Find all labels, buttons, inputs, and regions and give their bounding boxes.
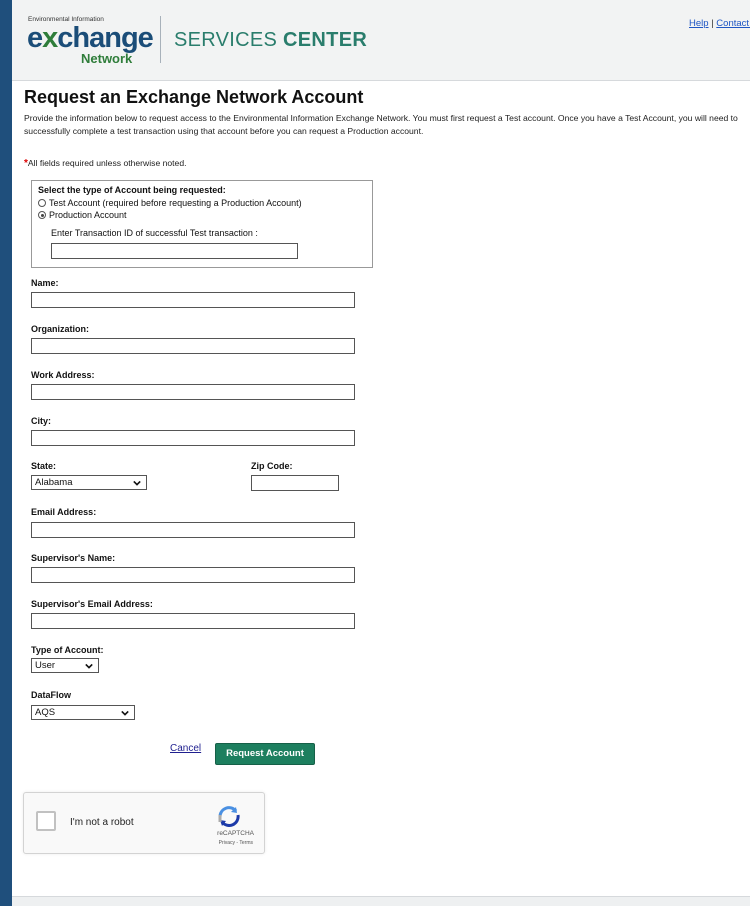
logo-network-text: Network: [81, 51, 133, 66]
account-type-group: Select the type of Account being request…: [31, 180, 373, 268]
name-label: Name:: [31, 278, 59, 288]
organization-label: Organization:: [31, 324, 89, 334]
city-label: City:: [31, 416, 51, 426]
recaptcha-checkbox[interactable]: [36, 811, 56, 831]
supervisor-name-input[interactable]: [31, 567, 355, 583]
header-links: Help | Contact U: [689, 18, 750, 29]
state-select-value: Alabama: [35, 477, 73, 488]
services-bold: CENTER: [283, 29, 368, 51]
supervisor-email-label: Supervisor's Email Address:: [31, 599, 153, 609]
state-label: State:: [31, 461, 57, 471]
cancel-link[interactable]: Cancel: [170, 743, 201, 754]
zip-label: Zip Code:: [251, 461, 293, 471]
page-title: Request an Exchange Network Account: [24, 87, 364, 107]
email-label: Email Address:: [31, 507, 97, 517]
chevron-down-icon: [133, 480, 141, 486]
recaptcha-logo-icon: [218, 806, 240, 827]
work-address-label: Work Address:: [31, 370, 95, 380]
services-center-title: SERVICES CENTER: [174, 29, 367, 52]
dataflow-label: DataFlow: [31, 690, 72, 700]
recaptcha-label: I'm not a robot: [70, 817, 134, 828]
supervisor-email-input[interactable]: [31, 613, 355, 629]
logo-letter-e: e: [27, 22, 43, 54]
radio-production-label: Production Account: [49, 210, 127, 220]
supervisor-name-label: Supervisor's Name:: [31, 553, 116, 563]
header-divider: [160, 16, 161, 63]
state-select[interactable]: Alabama: [31, 475, 147, 490]
recaptcha-brand: reCAPTCHA: [217, 830, 254, 837]
required-note: *All fields required unless otherwise no…: [24, 158, 187, 169]
name-input[interactable]: [31, 292, 355, 308]
radio-production-account[interactable]: Production Account: [38, 210, 127, 220]
chevron-down-icon: [121, 710, 129, 716]
logo-word-change: change: [57, 22, 154, 54]
recaptcha-terms-link[interactable]: Privacy - Terms: [24, 840, 253, 846]
transaction-id-input[interactable]: [51, 243, 298, 259]
account-type-label: Type of Account:: [31, 645, 104, 655]
request-account-button[interactable]: Request Account: [215, 743, 315, 765]
radio-test-circle[interactable]: [38, 199, 46, 207]
services-light: SERVICES: [174, 29, 284, 51]
account-type-legend: Select the type of Account being request…: [38, 185, 226, 195]
radio-test-label: Test Account (required before requesting…: [49, 198, 302, 208]
required-note-text: All fields required unless otherwise not…: [27, 158, 187, 168]
work-address-input[interactable]: [31, 384, 355, 400]
contact-link[interactable]: Contact U: [716, 18, 750, 29]
chevron-down-icon: [85, 663, 93, 669]
account-type-select-value: User: [35, 660, 56, 671]
dataflow-select-value: AQS: [35, 707, 56, 718]
recaptcha-widget: I'm not a robot reCAPTCHA Privacy - Term…: [23, 792, 265, 854]
link-separator: |: [711, 18, 714, 29]
organization-input[interactable]: [31, 338, 355, 354]
radio-production-circle[interactable]: [38, 211, 46, 219]
account-type-select[interactable]: User: [31, 658, 99, 673]
email-input[interactable]: [31, 522, 355, 538]
logo-letter-x: x: [42, 22, 58, 54]
radio-test-account[interactable]: Test Account (required before requesting…: [38, 198, 302, 208]
page-frame: Environmental Information exchange Netwo…: [12, 0, 750, 906]
help-link[interactable]: Help: [689, 18, 709, 29]
zip-input[interactable]: [251, 475, 339, 491]
dataflow-select[interactable]: AQS: [31, 705, 135, 720]
intro-text: Provide the information below to request…: [24, 113, 738, 136]
city-input[interactable]: [31, 430, 355, 446]
transaction-id-label: Enter Transaction ID of successful Test …: [51, 228, 258, 238]
site-header: Environmental Information exchange Netwo…: [12, 0, 750, 81]
